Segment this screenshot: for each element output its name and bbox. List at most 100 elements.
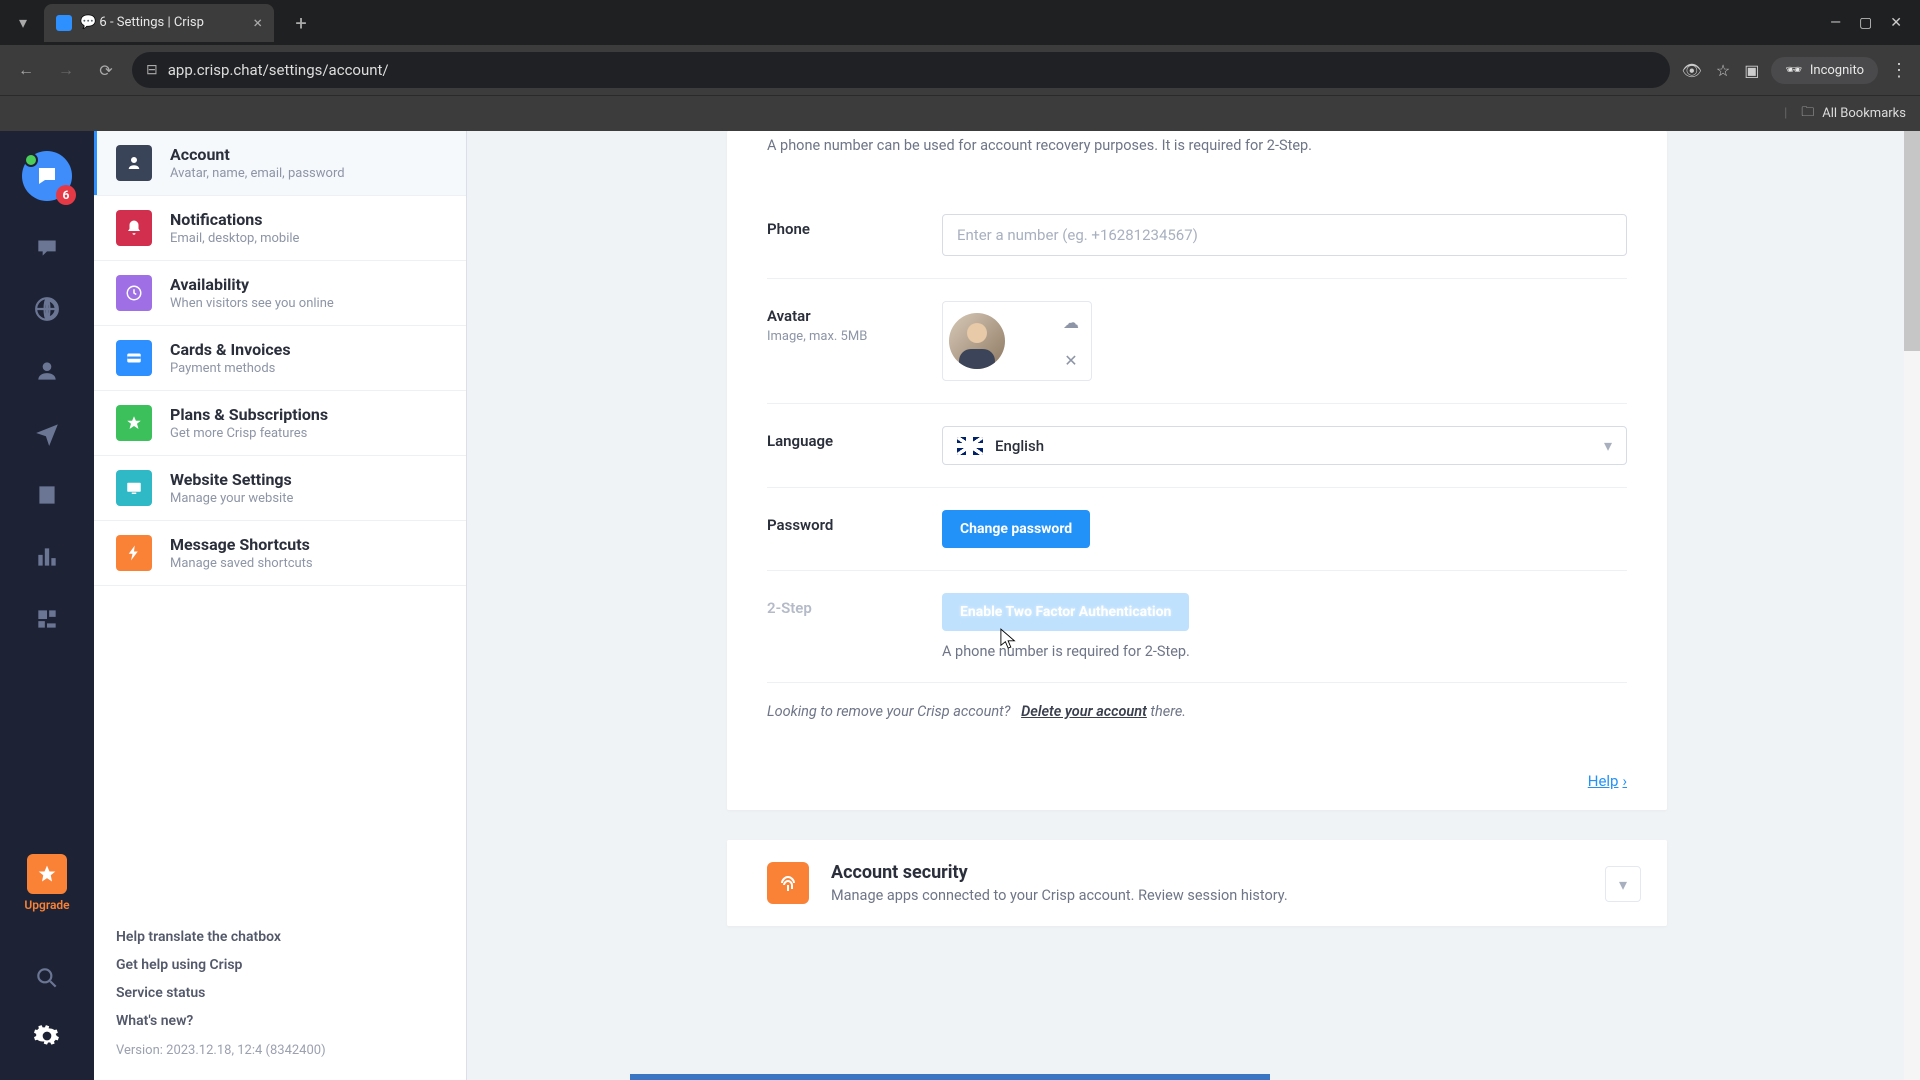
sidebar-item-sub: Avatar, name, email, password (170, 166, 345, 181)
tab-favicon (56, 15, 72, 31)
language-value: English (995, 437, 1592, 455)
main-content: A phone number can be used for account r… (467, 131, 1920, 1080)
sidebar-item-label: Plans & Subscriptions (170, 405, 328, 424)
sidebar-footer: Help translate the chatbox Get help usin… (94, 911, 466, 1080)
maximize-icon[interactable]: ▢ (1859, 15, 1872, 31)
language-select[interactable]: English ▾ (942, 426, 1627, 465)
scrollbar-thumb[interactable] (1904, 131, 1920, 351)
app-content: 6 Upgrade Account Avatar, name, email, pa… (0, 131, 1920, 1080)
sidebar-item-sub: Email, desktop, mobile (170, 231, 299, 246)
back-button[interactable]: ← (12, 56, 40, 84)
clock-icon (116, 275, 152, 311)
plugins-icon[interactable] (31, 603, 63, 635)
sidebar-item-plans[interactable]: Plans & Subscriptions Get more Crisp feat… (94, 391, 466, 456)
help-link[interactable]: Get help using Crisp (116, 951, 444, 979)
sidebar-item-cards[interactable]: Cards & Invoices Payment methods (94, 326, 466, 391)
phone-input[interactable] (942, 214, 1627, 256)
delete-account-row: Looking to remove your Crisp account? De… (767, 682, 1627, 728)
side-panel-icon[interactable]: ▣ (1744, 61, 1759, 80)
expand-toggle[interactable]: ▾ (1605, 866, 1641, 902)
sidebar-item-notifications[interactable]: Notifications Email, desktop, mobile (94, 196, 466, 261)
nav-rail: 6 Upgrade (0, 131, 94, 1080)
bottom-accent (630, 1074, 1270, 1080)
whatsnew-link[interactable]: What's new? (116, 1007, 444, 1035)
sidebar-item-label: Cards & Invoices (170, 340, 291, 359)
user-icon (116, 145, 152, 181)
security-card[interactable]: Account security Manage apps connected t… (727, 840, 1667, 926)
address-input[interactable]: ⊟ app.crisp.chat/settings/account/ (132, 52, 1670, 88)
enable-2fa-button: Enable Two Factor Authentication (942, 593, 1189, 631)
bookmark-star-icon[interactable]: ☆ (1716, 61, 1730, 80)
card-icon (116, 340, 152, 376)
sidebar-item-account[interactable]: Account Avatar, name, email, password (94, 131, 466, 196)
avatar-image (949, 313, 1005, 369)
sidebar-item-sub: Get more Crisp features (170, 426, 328, 441)
scrollbar[interactable] (1904, 131, 1920, 1080)
tab-close-icon[interactable]: × (253, 13, 262, 32)
analytics-icon[interactable] (31, 541, 63, 573)
incognito-indicator[interactable]: 🕶 Incognito (1771, 57, 1878, 84)
eye-off-icon[interactable]: 👁 (1682, 61, 1702, 80)
translate-link[interactable]: Help translate the chatbox (116, 923, 444, 951)
unread-badge: 6 (56, 185, 76, 205)
fingerprint-icon (767, 862, 809, 904)
sidebar-item-sub: Payment methods (170, 361, 291, 376)
browser-tab-active[interactable]: 💬 6 - Settings | Crisp × (44, 4, 274, 42)
reload-button[interactable]: ⟳ (92, 56, 120, 84)
browser-menu-icon[interactable]: ⋮ (1890, 60, 1908, 81)
help-label: Help (1588, 772, 1619, 790)
account-card: A phone number can be used for account r… (727, 131, 1667, 810)
crisp-logo[interactable]: 6 (22, 151, 72, 201)
language-row: Language English ▾ (767, 403, 1627, 487)
password-row: Password Change password (767, 487, 1627, 570)
avatar-sub: Image, max. 5MB (767, 329, 942, 344)
bolt-icon (116, 535, 152, 571)
upgrade-button[interactable]: Upgrade (24, 854, 69, 912)
sidebar-item-label: Website Settings (170, 470, 293, 489)
sidebar-item-availability[interactable]: AvailabilityWhen visitors see you online (94, 261, 466, 326)
settings-sidebar: Account Avatar, name, email, password Not… (94, 131, 467, 1080)
upload-icon[interactable]: ☁ (1057, 308, 1085, 336)
url-text: app.crisp.chat/settings/account/ (168, 61, 1656, 79)
visitors-icon[interactable] (31, 293, 63, 325)
help-link[interactable]: Help › (1588, 772, 1627, 790)
chevron-down-icon: ▾ (1604, 436, 1612, 455)
tab-list-dropdown[interactable]: ▾ (8, 8, 38, 38)
inbox-icon[interactable] (31, 231, 63, 263)
sidebar-item-shortcuts[interactable]: Message ShortcutsManage saved shortcuts (94, 521, 466, 586)
remove-avatar-icon[interactable]: ✕ (1057, 346, 1085, 374)
password-label: Password (767, 510, 942, 534)
sidebar-item-website[interactable]: Website SettingsManage your website (94, 456, 466, 521)
all-bookmarks-link[interactable]: All Bookmarks (1822, 106, 1906, 121)
bell-icon (116, 210, 152, 246)
incognito-label: Incognito (1810, 63, 1864, 78)
settings-gear-icon[interactable] (31, 1020, 63, 1052)
star-icon (27, 854, 67, 894)
language-label: Language (767, 426, 942, 450)
browser-address-bar: ← → ⟳ ⊟ app.crisp.chat/settings/account/… (0, 45, 1920, 95)
phone-label: Phone (767, 214, 942, 238)
close-window-icon[interactable]: ✕ (1890, 15, 1902, 31)
search-icon[interactable] (31, 962, 63, 994)
contacts-icon[interactable] (31, 355, 63, 387)
security-sub: Manage apps connected to your Crisp acco… (831, 887, 1288, 904)
new-tab-button[interactable]: + (286, 11, 316, 35)
site-info-icon[interactable]: ⊟ (146, 62, 158, 78)
status-link[interactable]: Service status (116, 979, 444, 1007)
change-password-button[interactable]: Change password (942, 510, 1090, 548)
sidebar-item-label: Account (170, 145, 345, 164)
delete-account-link[interactable]: Delete your account (1021, 703, 1147, 720)
forward-button[interactable]: → (52, 56, 80, 84)
helpdesk-icon[interactable] (31, 479, 63, 511)
window-controls: — ▢ ✕ (1830, 15, 1912, 31)
incognito-icon: 🕶 (1785, 63, 1802, 78)
campaigns-icon[interactable] (31, 417, 63, 449)
flag-uk-icon (957, 437, 983, 455)
sidebar-item-label: Notifications (170, 210, 299, 229)
security-title: Account security (831, 862, 1288, 883)
minimize-icon[interactable]: — (1830, 15, 1841, 31)
twostep-note: A phone number is required for 2-Step. (942, 643, 1627, 660)
sidebar-item-sub: Manage saved shortcuts (170, 556, 313, 571)
avatar-label-text: Avatar (767, 307, 811, 325)
twostep-row: 2-Step Enable Two Factor Authentication … (767, 570, 1627, 682)
